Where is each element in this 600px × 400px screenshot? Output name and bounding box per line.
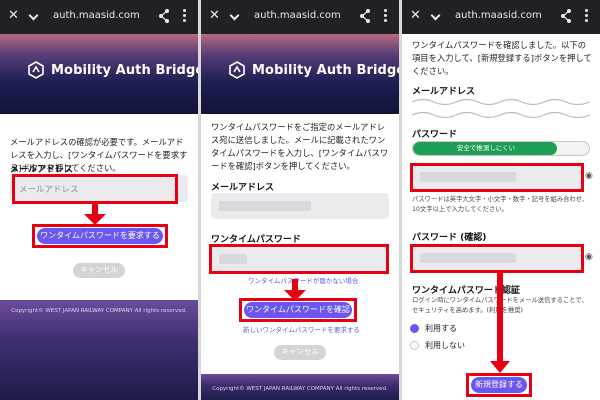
more-menu-icon[interactable] (585, 9, 589, 25)
brand-header: Mobility Auth Bridge (0, 34, 198, 114)
request-otp-button[interactable]: ワンタイムパスワードを要求する (37, 228, 163, 244)
password-confirm-highlight (410, 244, 584, 273)
more-menu-icon[interactable] (183, 9, 187, 25)
radio-use[interactable] (410, 324, 419, 333)
instruction-text: ワンタイムパスワードをご指定のメールアドレス宛に送信しました。メールに記載された… (211, 122, 389, 171)
copyright-text: Copyright© WEST JAPAN RAILWAY COMPANY Al… (212, 386, 388, 392)
masked-email (219, 201, 311, 211)
share-icon[interactable] (158, 8, 170, 24)
radio-use-label: 利用する (425, 324, 457, 333)
password-hint: パスワードは英字大文字・小文字・数字・記号を組み合わせ、10文字以上で入力してく… (412, 196, 589, 213)
more-menu-icon[interactable] (384, 9, 388, 25)
email-field-highlight (12, 174, 178, 204)
browser-toolbar: ✕ auth.maasid.com (0, 0, 198, 34)
request-new-otp-link[interactable]: 新しいワンタイムパスワードを要求する (243, 324, 360, 334)
password-label: パスワード (412, 130, 458, 140)
email-field[interactable] (211, 193, 389, 219)
close-icon[interactable]: ✕ (8, 8, 19, 24)
password-confirm-label: パスワード (確認) (412, 233, 487, 243)
share-icon[interactable] (560, 8, 572, 24)
cancel-button[interactable]: キャンセル (73, 263, 125, 278)
password-strength-meter: 安全で推測しにくい (412, 141, 590, 156)
arrow-down-icon (490, 273, 510, 373)
brand: Mobility Auth Bridge (229, 58, 399, 82)
cancel-button[interactable]: キャンセル (274, 345, 326, 360)
url-text[interactable]: auth.maasid.com (254, 9, 341, 23)
copyright-text: Copyright© WEST JAPAN RAILWAY COMPANY Al… (11, 308, 187, 314)
radio-no-use-label: 利用しない (425, 341, 465, 350)
brand-logo-icon (229, 61, 245, 79)
browser-toolbar: ✕ auth.maasid.com (201, 0, 399, 34)
browser-toolbar: ✕ auth.maasid.com (402, 0, 600, 34)
brand: Mobility Auth Bridge (28, 58, 198, 82)
radio-no-use[interactable] (410, 341, 419, 350)
cut-marker-bottom (412, 111, 590, 119)
chevron-down-icon[interactable] (28, 10, 39, 21)
brand-name: Mobility Auth Bridge (252, 62, 399, 78)
chevron-down-icon[interactable] (229, 10, 240, 21)
arrow-down-icon (84, 203, 106, 225)
share-icon[interactable] (359, 8, 371, 24)
show-password-confirm-icon[interactable]: ◉ (585, 252, 593, 262)
brand-logo-icon (28, 61, 44, 79)
url-text[interactable]: auth.maasid.com (53, 9, 140, 23)
brand-header: Mobility Auth Bridge (201, 34, 399, 114)
cut-marker-top (412, 98, 590, 106)
screen-register: ✕ auth.maasid.com ワンタイムパスワードを確認しました。以下の項… (402, 0, 600, 400)
confirm-otp-button[interactable]: ワンタイムパスワードを確認 (244, 302, 352, 318)
email-label: メールアドレス (412, 87, 476, 97)
url-text[interactable]: auth.maasid.com (455, 9, 542, 23)
chevron-down-icon[interactable] (430, 10, 441, 21)
instruction-text: ワンタイムパスワードを確認しました。以下の項目を入力して、[新規登録する]ボタン… (412, 40, 592, 76)
page-footer: Copyright© WEST JAPAN RAILWAY COMPANY Al… (201, 374, 399, 400)
screen-confirm-otp: ✕ auth.maasid.com Mobility Auth Bridge ワ… (201, 0, 399, 400)
screen-request-otp: ✕ auth.maasid.com Mobility Auth Bridge メ… (0, 0, 198, 400)
password-strength-text: 安全で推測しにくい (456, 144, 516, 152)
otp-field-highlight (209, 244, 389, 274)
brand-name: Mobility Auth Bridge (51, 62, 198, 78)
register-button[interactable]: 新規登録する (471, 377, 527, 393)
email-label: メールアドレス (211, 183, 275, 193)
password-field-highlight (410, 163, 584, 192)
show-password-icon[interactable]: ◉ (585, 171, 593, 181)
close-icon[interactable]: ✕ (209, 8, 220, 24)
close-icon[interactable]: ✕ (410, 8, 421, 24)
page-footer: Copyright© WEST JAPAN RAILWAY COMPANY Al… (0, 300, 198, 400)
